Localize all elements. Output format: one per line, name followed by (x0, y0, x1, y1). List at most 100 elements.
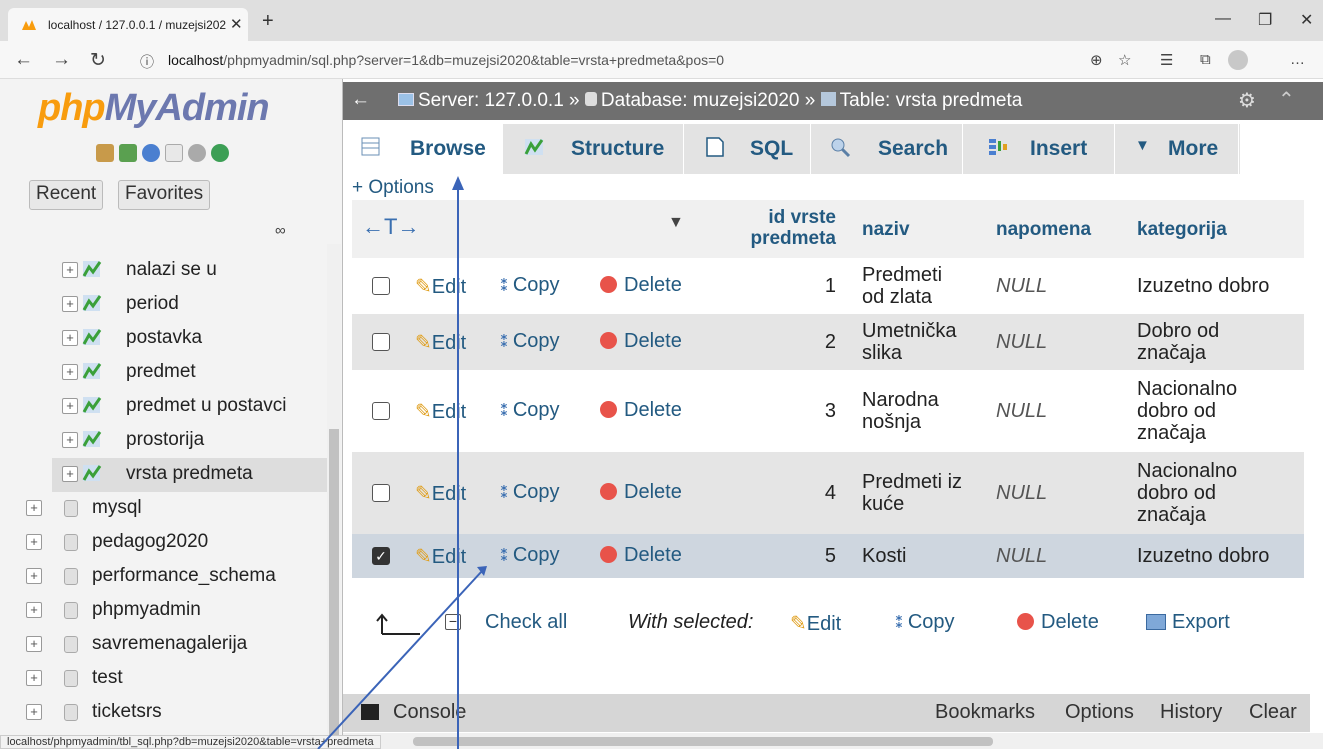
close-tab-icon[interactable]: ✕ (230, 15, 243, 33)
horizontal-scroll-thumb[interactable] (413, 737, 993, 746)
favorite-star-icon[interactable]: ☆ (1118, 51, 1131, 69)
edit-link[interactable]: ✎Edit (415, 544, 466, 569)
delete-link[interactable]: Delete (600, 544, 682, 567)
breadcrumb-database[interactable]: Database: muzejsi2020 (601, 90, 800, 111)
row-checkbox[interactable]: ✓ (372, 547, 390, 565)
nav-scroll-thumb[interactable] (329, 429, 339, 749)
restore-icon[interactable]: ❐ (1258, 10, 1272, 30)
delete-link[interactable]: Delete (600, 330, 682, 353)
new-tab-icon[interactable]: + (262, 10, 274, 33)
tab-structure[interactable]: Structure (503, 124, 684, 174)
nav-scrollbar[interactable] (327, 244, 341, 749)
edit-link[interactable]: ✎Edit (415, 274, 466, 299)
delete-link[interactable]: Delete (600, 399, 682, 422)
expand-plus-icon[interactable]: + (26, 500, 42, 516)
sort-dropdown-icon[interactable]: ▼ (668, 214, 684, 232)
row-checkbox[interactable] (372, 484, 390, 502)
breadcrumb-table[interactable]: Table: vrsta predmeta (840, 90, 1023, 111)
minimize-icon[interactable]: — (1215, 10, 1231, 28)
expand-plus-icon[interactable]: + (62, 398, 78, 414)
column-header-naziv[interactable]: naziv (862, 219, 910, 241)
tab-search[interactable]: Search (811, 124, 963, 174)
info-icon[interactable]: ⓘ (140, 52, 154, 72)
copy-link[interactable]: ⁑ Copy (500, 274, 560, 297)
options-link[interactable]: + Options (352, 177, 434, 199)
favorites-bar-icon[interactable]: ☰ (1160, 51, 1173, 69)
bulk-edit-button[interactable]: ✎Edit (790, 611, 841, 636)
table-row[interactable]: ✓ ✎Edit ⁑ Copy Delete 5 Kosti NULL Izuzetno dob… (352, 534, 1304, 578)
expand-plus-icon[interactable]: + (26, 602, 42, 618)
home-icon[interactable] (96, 144, 114, 162)
row-checkbox[interactable] (372, 402, 390, 420)
tree-table-item[interactable]: + vrsta predmeta (52, 458, 330, 492)
row-checkbox[interactable] (372, 277, 390, 295)
tab-insert[interactable]: Insert (963, 124, 1115, 174)
edit-link[interactable]: ✎Edit (415, 330, 466, 355)
expand-plus-icon[interactable]: + (62, 466, 78, 482)
close-window-icon[interactable]: ✕ (1300, 10, 1313, 30)
expand-plus-icon[interactable]: + (26, 534, 42, 550)
check-all-link[interactable]: Check all (485, 611, 567, 634)
url-field[interactable]: localhost/phpmyadmin/sql.php?server=1&db… (168, 52, 724, 68)
expand-plus-icon[interactable]: + (62, 296, 78, 312)
link-icon[interactable]: ∞ (275, 222, 286, 239)
collapse-top-icon[interactable]: ⌃ (1278, 87, 1295, 112)
copy-link[interactable]: ⁑ Copy (500, 330, 560, 353)
reload-icon[interactable] (211, 144, 229, 162)
expand-plus-icon[interactable]: + (62, 262, 78, 278)
tab-more[interactable]: ▼ More (1115, 124, 1239, 174)
table-row[interactable]: ✎Edit ⁑ Copy Delete 2 Umetnička slika NULL Dobr… (352, 314, 1304, 370)
tree-database-item[interactable]: + phpmyadmin (0, 594, 330, 628)
expand-plus-icon[interactable]: + (26, 704, 42, 720)
console-bookmarks[interactable]: Bookmarks (935, 701, 1035, 724)
tree-database-item[interactable]: + mysql (0, 492, 330, 526)
tree-table-item[interactable]: + predmet (52, 356, 330, 390)
tree-database-item[interactable]: + test (0, 662, 330, 696)
edit-link[interactable]: ✎Edit (415, 399, 466, 424)
profile-avatar[interactable] (1228, 50, 1248, 70)
edit-link[interactable]: ✎Edit (415, 481, 466, 506)
logout-icon[interactable] (119, 144, 137, 162)
column-resize-icon[interactable]: ←T→ (362, 214, 419, 240)
recent-button[interactable]: Recent (29, 180, 104, 210)
favorites-button[interactable]: Favorites (118, 180, 211, 210)
more-menu-icon[interactable]: … (1290, 51, 1305, 68)
column-header-kategorija[interactable]: kategorija (1137, 219, 1227, 241)
column-header-id[interactable]: id vrste predmeta (720, 207, 836, 249)
column-header-napomena[interactable]: napomena (996, 219, 1091, 241)
breadcrumb-server[interactable]: Server: 127.0.0.1 (418, 90, 564, 111)
horizontal-scrollbar[interactable] (343, 733, 1323, 749)
forward-icon[interactable]: → (52, 49, 71, 71)
back-icon[interactable]: ← (14, 49, 33, 71)
zoom-icon[interactable]: ⊕ (1090, 51, 1103, 69)
tree-table-item[interactable]: + nalazi se u (52, 254, 330, 288)
expand-plus-icon[interactable]: + (62, 330, 78, 346)
docs-icon[interactable] (165, 144, 183, 162)
tree-table-item[interactable]: + prostorija (52, 424, 330, 458)
table-row[interactable]: ✎Edit ⁑ Copy Delete 1 Predmeti od zlata NULL Iz… (352, 258, 1304, 314)
copy-link[interactable]: ⁑ Copy (500, 399, 560, 422)
check-all-checkbox[interactable]: − (445, 614, 461, 630)
tree-database-item[interactable]: + performance_schema (0, 560, 330, 594)
bulk-delete-button[interactable]: Delete (1017, 611, 1099, 634)
phpmyadmin-logo[interactable]: phpMyAdmin (38, 87, 270, 130)
bulk-export-button[interactable]: Export (1146, 611, 1230, 634)
expand-plus-icon[interactable]: + (62, 432, 78, 448)
tree-database-item[interactable]: + pedagog2020 (0, 526, 330, 560)
tree-database-item[interactable]: + ticketsrs (0, 696, 330, 730)
tab-sql[interactable]: SQL (684, 124, 811, 174)
gear-icon[interactable]: ⚙ (1238, 88, 1256, 113)
table-row[interactable]: ✎Edit ⁑ Copy Delete 4 Predmeti iz kuće NULL Nac… (352, 452, 1304, 534)
refresh-icon[interactable]: ↻ (90, 49, 106, 72)
console-toggle[interactable]: Console (393, 701, 466, 724)
tab-browse[interactable]: Browse (350, 124, 503, 174)
tree-table-item[interactable]: + postavka (52, 322, 330, 356)
bulk-copy-button[interactable]: ⁑ Copy (895, 611, 955, 634)
browser-tab[interactable]: localhost / 127.0.0.1 / muzejsi202 ✕ (8, 8, 248, 41)
tree-table-item[interactable]: + predmet u postavci (52, 390, 330, 424)
settings-icon[interactable] (188, 144, 206, 162)
console-clear[interactable]: Clear (1249, 701, 1297, 724)
expand-plus-icon[interactable]: + (26, 568, 42, 584)
collections-icon[interactable]: ⧉ (1200, 51, 1211, 68)
tree-database-item[interactable]: + savremenagalerija (0, 628, 330, 662)
